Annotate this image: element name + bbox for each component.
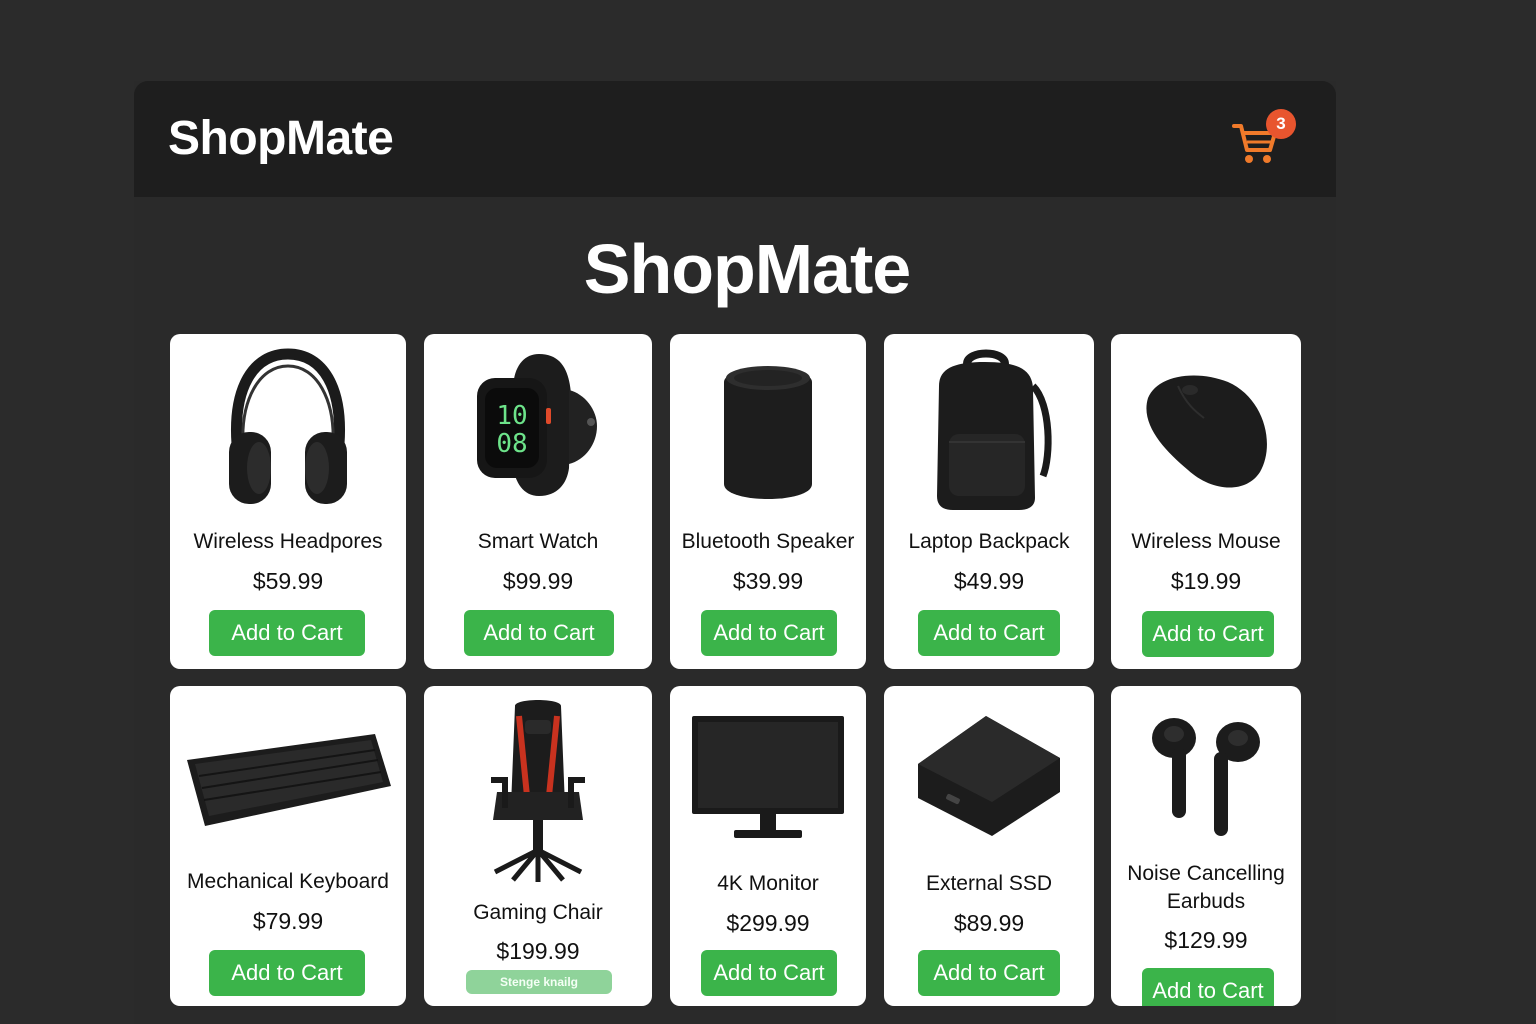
product-card[interactable]: External SSD $89.99 Add to Cart [884,686,1094,1006]
product-price: $59.99 [252,568,324,594]
product-name: Gaming Chair [473,901,603,924]
backpack-icon [937,349,1052,510]
svg-text:08: 08 [496,429,527,459]
product-card[interactable]: Mechanical Keyboard $79.99 Add to Cart [170,686,406,1006]
product-name: Smart Watch [477,530,599,553]
svg-text:10: 10 [496,401,527,431]
product-name: Laptop Backpack [908,530,1070,553]
product-name: Mechanical Keyboard [187,870,389,893]
header-bar: ShopMate 3 [134,81,1336,197]
add-to-cart-button[interactable]: Add to Cart [1142,968,1274,1006]
product-name: External SSD [925,872,1053,895]
product-name: Bluetooth Speaker [681,530,855,553]
smartwatch-icon: 10 08 [477,354,597,496]
add-to-cart-button[interactable]: Add to Cart [701,950,837,996]
keyboard-icon [187,734,391,826]
product-name: Wireless Mouse [1131,530,1281,553]
gaming-chair-icon [491,700,585,882]
mouse-icon [1146,375,1267,488]
product-price: $129.99 [1164,927,1248,953]
product-price: $49.99 [953,568,1025,594]
add-to-cart-button[interactable]: Add to Cart [209,610,365,656]
page-title: ShopMate [583,230,911,308]
earbuds-icon [1152,718,1260,836]
monitor-icon [692,716,844,838]
add-to-cart-button[interactable]: Add to Cart [209,950,365,996]
product-card[interactable]: Gaming Chair $199.99 Stenge knailg [424,686,652,1006]
product-card[interactable]: 4K Monitor $299.99 Add to Cart [670,686,866,1006]
cart-count-badge: 3 [1266,109,1296,139]
product-card[interactable]: Noise Cancelling Earbuds $129.99 Add to … [1111,686,1301,1006]
product-card[interactable]: Wireless Mouse $19.99 Add to Cart [1111,334,1301,669]
product-name: 4K Monitor [717,872,819,895]
product-price: $199.99 [496,938,580,964]
product-card[interactable]: Wireless Headpores $59.99 Add to Cart [170,334,406,669]
add-to-cart-button[interactable]: Add to Cart [464,610,614,656]
add-to-cart-button[interactable]: Add to Cart [918,950,1060,996]
product-card[interactable]: Laptop Backpack $49.99 Add to Cart [884,334,1094,669]
product-price: $99.99 [502,568,574,594]
add-to-cart-button[interactable]: Add to Cart [1142,611,1274,657]
product-price: $39.99 [732,568,804,594]
product-name: Noise Cancelling Earbuds [1127,862,1285,913]
product-price: $79.99 [252,908,324,934]
product-card[interactable]: Bluetooth Speaker $39.99 Add to Cart [670,334,866,669]
add-to-cart-button[interactable]: Add to Cart [701,610,837,656]
cart-button[interactable]: 3 [1232,109,1296,171]
product-card[interactable]: 10 08 Smart Watch $99.99 Add to Cart [424,334,652,669]
add-to-cart-button[interactable]: Stenge knailg [466,970,612,994]
add-to-cart-button[interactable]: Add to Cart [918,610,1060,656]
product-name: Wireless Headpores [193,530,383,553]
brand-logo[interactable]: ShopMate [168,111,394,166]
speaker-icon [724,366,812,499]
product-price: $19.99 [1170,568,1242,594]
product-price: $299.99 [726,910,810,936]
ssd-icon [918,716,1060,836]
app-window: ShopMate 3 ShopMate Wireless Headpores $… [134,81,1336,1024]
product-price: $89.99 [953,910,1025,936]
headphones-icon [229,348,347,504]
